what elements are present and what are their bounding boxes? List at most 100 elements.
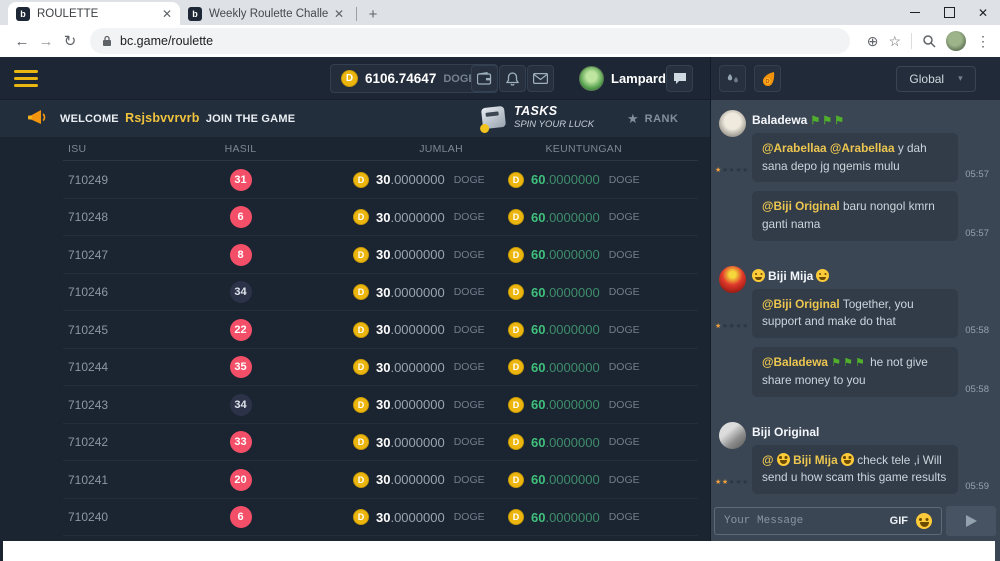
close-window-button[interactable]: ✕ xyxy=(966,0,1000,25)
table-row[interactable]: 710249 31 D 30.0000000 DOGE D 60.0000000… xyxy=(0,161,710,199)
bet-frac: .0000000 xyxy=(390,247,444,262)
table-row[interactable]: 710248 6 D 30.0000000 DOGE D 60.0000000 … xyxy=(0,199,710,237)
bookmark-star-icon[interactable]: ☆ xyxy=(888,33,901,50)
profit-amount: D 60.0000000 DOGE xyxy=(508,172,658,188)
doge-coin-icon: D xyxy=(353,247,369,263)
account-menu[interactable]: Lampard ▾ xyxy=(579,66,677,91)
round-id: 710241 xyxy=(68,473,178,487)
doge-coin-icon: D xyxy=(508,434,524,450)
result-badge: 33 xyxy=(230,431,252,453)
close-tab-icon[interactable]: ✕ xyxy=(162,8,172,20)
rank-label: RANK xyxy=(645,113,679,125)
chat-avatar[interactable] xyxy=(719,110,746,137)
table-row[interactable]: 710243 34 D 30.0000000 DOGE D 60.0000000… xyxy=(0,386,710,424)
doge-coin-icon: D xyxy=(353,509,369,525)
smiley-emoji xyxy=(816,269,829,282)
column-header-hasil: HASIL xyxy=(178,143,303,155)
svg-text:D: D xyxy=(765,79,769,85)
message-input-box[interactable]: GIF xyxy=(714,507,942,535)
chat-toggle-button[interactable] xyxy=(666,65,693,92)
user-mention[interactable]: @Arabellaa xyxy=(762,141,827,155)
user-mention[interactable]: @Biji Original xyxy=(762,199,840,213)
minimize-button[interactable] xyxy=(898,0,932,25)
bet-frac: .0000000 xyxy=(390,472,444,487)
rank-widget[interactable]: ★ RANK xyxy=(627,111,678,127)
green-flag-emoji: ⚑⚑⚑ xyxy=(831,357,867,369)
zoom-page-icon[interactable]: ⊕ xyxy=(867,33,879,50)
chat-username[interactable]: Baladewa ⚑⚑⚑ xyxy=(752,113,989,127)
welcome-username: Rsjsbvvrvrb xyxy=(125,111,199,125)
user-mention[interactable]: @Arabellaa xyxy=(830,141,895,155)
gif-button[interactable]: GIF xyxy=(890,515,908,527)
profit-currency: DOGE xyxy=(609,399,640,411)
table-row[interactable]: 710241 20 D 30.0000000 DOGE D 60.0000000… xyxy=(0,461,710,499)
table-row[interactable]: 710245 22 D 30.0000000 DOGE D 60.0000000… xyxy=(0,311,710,349)
chat-avatar[interactable] xyxy=(719,266,746,293)
round-id: 710244 xyxy=(68,360,178,374)
chat-username[interactable]: Biji Original xyxy=(752,425,989,439)
doge-coin-icon: D xyxy=(508,172,524,188)
mail-icon xyxy=(533,73,548,84)
chat-room-name: Global xyxy=(909,72,944,86)
bet-frac: .0000000 xyxy=(390,322,444,337)
send-message-button[interactable] xyxy=(946,506,996,536)
tab-separator xyxy=(356,7,357,21)
bet-frac: .0000000 xyxy=(390,360,444,375)
reload-icon[interactable]: ↻ xyxy=(58,32,82,50)
profit-frac: .0000000 xyxy=(545,322,599,337)
hamburger-menu-icon[interactable] xyxy=(14,70,38,90)
chat-username[interactable]: Biji Mija xyxy=(752,269,989,283)
bet-frac: .0000000 xyxy=(390,397,444,412)
rain-button[interactable] xyxy=(719,65,746,92)
user-mention[interactable]: @Biji Original xyxy=(762,297,840,311)
user-name: Lampard xyxy=(611,71,666,86)
green-flag-emoji: ⚑⚑⚑ xyxy=(810,114,846,127)
chat-room-selector[interactable]: Global ▾ xyxy=(896,66,976,92)
doge-coin-icon: D xyxy=(508,209,524,225)
table-row[interactable]: 710244 35 D 30.0000000 DOGE D 60.0000000… xyxy=(0,349,710,387)
doge-coin-icon: D xyxy=(508,322,524,338)
maximize-button[interactable] xyxy=(932,0,966,25)
user-avatar xyxy=(579,66,604,91)
result-badge: 6 xyxy=(230,506,252,528)
profit-frac: .0000000 xyxy=(545,360,599,375)
profit-int: 60 xyxy=(531,360,545,375)
round-id: 710249 xyxy=(68,173,178,187)
chat-bubble: @Biji Original baru nongol kmrn ganti na… xyxy=(752,191,958,240)
coin-drop-button[interactable]: D xyxy=(754,65,781,92)
table-row[interactable]: 710247 8 D 30.0000000 DOGE D 60.0000000 … xyxy=(0,236,710,274)
chat-avatar[interactable] xyxy=(719,422,746,449)
column-header-keuntungan: KEUNTUNGAN xyxy=(508,143,658,155)
tasks-widget[interactable]: TASKS SPIN YOUR LUCK xyxy=(482,104,594,130)
messages-button[interactable] xyxy=(527,65,554,92)
tab-roulette[interactable]: b ROULETTE ✕ xyxy=(8,2,180,25)
emoji-picker-icon[interactable] xyxy=(916,513,932,529)
notifications-button[interactable] xyxy=(499,65,526,92)
table-row[interactable]: 710242 33 D 30.0000000 DOGE D 60.0000000… xyxy=(0,424,710,462)
browser-profile-avatar[interactable] xyxy=(946,31,966,51)
address-bar[interactable]: bc.game/roulette xyxy=(90,28,850,54)
bet-amount: D 30.0000000 DOGE xyxy=(303,359,508,375)
results-body: 710249 31 D 30.0000000 DOGE D 60.0000000… xyxy=(0,161,710,536)
back-icon[interactable]: ← xyxy=(10,33,34,50)
bet-int: 30 xyxy=(376,435,390,450)
doge-coin-icon: D xyxy=(353,322,369,338)
close-tab-icon[interactable]: ✕ xyxy=(334,8,344,20)
table-row[interactable]: 710246 34 D 30.0000000 DOGE D 60.0000000… xyxy=(0,274,710,312)
message-time: 05:58 xyxy=(965,325,989,338)
new-tab-button[interactable]: + xyxy=(361,4,385,24)
doge-coin-icon: D xyxy=(508,359,524,375)
bet-currency: DOGE xyxy=(454,211,485,223)
table-row[interactable]: 710240 6 D 30.0000000 DOGE D 60.0000000 … xyxy=(0,499,710,537)
forward-icon[interactable]: → xyxy=(34,33,58,50)
chat-messages[interactable]: ★★★★★ Baladewa ⚑⚑⚑ @Arabellaa @Arabellaa… xyxy=(711,100,1000,507)
user-mention[interactable]: @ xyxy=(762,453,774,467)
chrome-menu-icon[interactable]: ⋮ xyxy=(976,33,990,50)
site-header: D 6106.74647 DOGE ▾ xyxy=(0,57,710,100)
user-mention[interactable]: @Baladewa xyxy=(762,355,828,369)
user-mention[interactable]: Biji Mija xyxy=(793,453,838,467)
search-extension-icon[interactable] xyxy=(922,34,936,48)
tab-weekly-challenge[interactable]: b Weekly Roulette Challenge - Wi ✕ xyxy=(180,2,352,25)
wallet-button[interactable] xyxy=(471,65,498,92)
message-input[interactable] xyxy=(724,515,882,527)
